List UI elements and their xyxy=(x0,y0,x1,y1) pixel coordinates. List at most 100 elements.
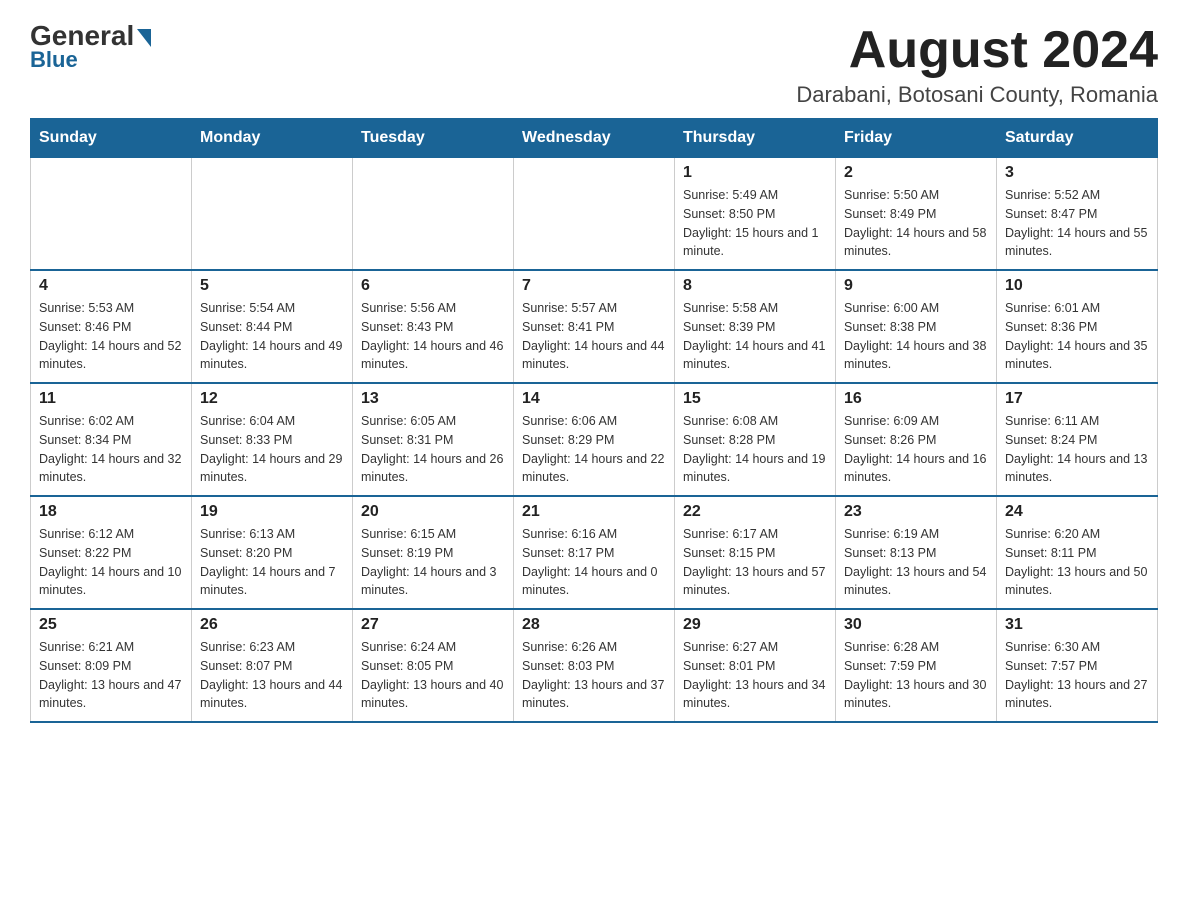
day-info: Sunrise: 6:20 AMSunset: 8:11 PMDaylight:… xyxy=(1005,525,1149,600)
day-number: 21 xyxy=(522,503,666,521)
calendar-header-sunday: Sunday xyxy=(31,119,192,158)
day-number: 12 xyxy=(200,390,344,408)
day-number: 30 xyxy=(844,616,988,634)
day-info: Sunrise: 6:09 AMSunset: 8:26 PMDaylight:… xyxy=(844,412,988,487)
day-info: Sunrise: 5:49 AMSunset: 8:50 PMDaylight:… xyxy=(683,186,827,261)
calendar-cell xyxy=(514,158,675,271)
day-number: 1 xyxy=(683,164,827,182)
day-number: 25 xyxy=(39,616,183,634)
day-number: 9 xyxy=(844,277,988,295)
day-info: Sunrise: 6:06 AMSunset: 8:29 PMDaylight:… xyxy=(522,412,666,487)
month-title: August 2024 xyxy=(796,20,1158,80)
calendar-header-monday: Monday xyxy=(192,119,353,158)
calendar-cell: 13 Sunrise: 6:05 AMSunset: 8:31 PMDayligh… xyxy=(353,383,514,496)
day-number: 8 xyxy=(683,277,827,295)
day-number: 19 xyxy=(200,503,344,521)
calendar-cell: 6 Sunrise: 5:56 AMSunset: 8:43 PMDaylight… xyxy=(353,270,514,383)
day-number: 13 xyxy=(361,390,505,408)
day-info: Sunrise: 5:52 AMSunset: 8:47 PMDaylight:… xyxy=(1005,186,1149,261)
day-info: Sunrise: 6:05 AMSunset: 8:31 PMDaylight:… xyxy=(361,412,505,487)
calendar-cell: 26 Sunrise: 6:23 AMSunset: 8:07 PMDayligh… xyxy=(192,609,353,722)
day-info: Sunrise: 6:24 AMSunset: 8:05 PMDaylight:… xyxy=(361,638,505,713)
calendar-cell: 5 Sunrise: 5:54 AMSunset: 8:44 PMDaylight… xyxy=(192,270,353,383)
calendar-cell: 19 Sunrise: 6:13 AMSunset: 8:20 PMDayligh… xyxy=(192,496,353,609)
calendar-cell: 7 Sunrise: 5:57 AMSunset: 8:41 PMDaylight… xyxy=(514,270,675,383)
day-info: Sunrise: 6:08 AMSunset: 8:28 PMDaylight:… xyxy=(683,412,827,487)
calendar-cell: 24Sunrise: 6:20 AMSunset: 8:11 PMDayligh… xyxy=(997,496,1158,609)
day-number: 6 xyxy=(361,277,505,295)
logo-arrow-icon xyxy=(137,29,151,47)
calendar-cell: 8 Sunrise: 5:58 AMSunset: 8:39 PMDaylight… xyxy=(675,270,836,383)
calendar-cell xyxy=(192,158,353,271)
calendar-cell: 1 Sunrise: 5:49 AMSunset: 8:50 PMDaylight… xyxy=(675,158,836,271)
title-section: August 2024 Darabani, Botosani County, R… xyxy=(796,20,1158,108)
day-info: Sunrise: 6:17 AMSunset: 8:15 PMDaylight:… xyxy=(683,525,827,600)
day-info: Sunrise: 6:13 AMSunset: 8:20 PMDaylight:… xyxy=(200,525,344,600)
calendar-week-row-3: 11 Sunrise: 6:02 AMSunset: 8:34 PMDayligh… xyxy=(31,383,1158,496)
day-number: 11 xyxy=(39,390,183,408)
day-number: 23 xyxy=(844,503,988,521)
day-number: 31 xyxy=(1005,616,1149,634)
day-number: 7 xyxy=(522,277,666,295)
day-info: Sunrise: 5:50 AMSunset: 8:49 PMDaylight:… xyxy=(844,186,988,261)
day-info: Sunrise: 6:21 AMSunset: 8:09 PMDaylight:… xyxy=(39,638,183,713)
day-number: 10 xyxy=(1005,277,1149,295)
calendar-cell xyxy=(353,158,514,271)
calendar-cell: 2 Sunrise: 5:50 AMSunset: 8:49 PMDaylight… xyxy=(836,158,997,271)
calendar-cell: 30 Sunrise: 6:28 AMSunset: 7:59 PMDayligh… xyxy=(836,609,997,722)
calendar-week-row-1: 1 Sunrise: 5:49 AMSunset: 8:50 PMDaylight… xyxy=(31,158,1158,271)
day-number: 2 xyxy=(844,164,988,182)
logo-blue-text: Blue xyxy=(30,47,78,73)
page-header: General Blue August 2024 Darabani, Botos… xyxy=(30,20,1158,108)
calendar-table: SundayMondayTuesdayWednesdayThursdayFrid… xyxy=(30,118,1158,723)
day-info: Sunrise: 5:57 AMSunset: 8:41 PMDaylight:… xyxy=(522,299,666,374)
calendar-header-thursday: Thursday xyxy=(675,119,836,158)
day-info: Sunrise: 6:16 AMSunset: 8:17 PMDaylight:… xyxy=(522,525,666,600)
calendar-cell: 11 Sunrise: 6:02 AMSunset: 8:34 PMDayligh… xyxy=(31,383,192,496)
calendar-cell: 15 Sunrise: 6:08 AMSunset: 8:28 PMDayligh… xyxy=(675,383,836,496)
calendar-cell: 10 Sunrise: 6:01 AMSunset: 8:36 PMDayligh… xyxy=(997,270,1158,383)
day-info: Sunrise: 6:19 AMSunset: 8:13 PMDaylight:… xyxy=(844,525,988,600)
day-number: 18 xyxy=(39,503,183,521)
day-number: 29 xyxy=(683,616,827,634)
day-number: 15 xyxy=(683,390,827,408)
day-number: 16 xyxy=(844,390,988,408)
calendar-header-wednesday: Wednesday xyxy=(514,119,675,158)
day-info: Sunrise: 6:15 AMSunset: 8:19 PMDaylight:… xyxy=(361,525,505,600)
calendar-cell: 16 Sunrise: 6:09 AMSunset: 8:26 PMDayligh… xyxy=(836,383,997,496)
calendar-week-row-5: 25 Sunrise: 6:21 AMSunset: 8:09 PMDayligh… xyxy=(31,609,1158,722)
day-number: 20 xyxy=(361,503,505,521)
day-number: 4 xyxy=(39,277,183,295)
calendar-cell: 21 Sunrise: 6:16 AMSunset: 8:17 PMDayligh… xyxy=(514,496,675,609)
calendar-cell: 27 Sunrise: 6:24 AMSunset: 8:05 PMDayligh… xyxy=(353,609,514,722)
calendar-cell: 14 Sunrise: 6:06 AMSunset: 8:29 PMDayligh… xyxy=(514,383,675,496)
day-number: 26 xyxy=(200,616,344,634)
calendar-cell: 28Sunrise: 6:26 AMSunset: 8:03 PMDayligh… xyxy=(514,609,675,722)
logo: General Blue xyxy=(30,20,151,73)
day-info: Sunrise: 6:02 AMSunset: 8:34 PMDaylight:… xyxy=(39,412,183,487)
day-number: 17 xyxy=(1005,390,1149,408)
calendar-cell: 12Sunrise: 6:04 AMSunset: 8:33 PMDayligh… xyxy=(192,383,353,496)
day-info: Sunrise: 6:01 AMSunset: 8:36 PMDaylight:… xyxy=(1005,299,1149,374)
day-number: 5 xyxy=(200,277,344,295)
day-info: Sunrise: 5:56 AMSunset: 8:43 PMDaylight:… xyxy=(361,299,505,374)
calendar-cell: 29 Sunrise: 6:27 AMSunset: 8:01 PMDayligh… xyxy=(675,609,836,722)
calendar-cell: 25 Sunrise: 6:21 AMSunset: 8:09 PMDayligh… xyxy=(31,609,192,722)
day-info: Sunrise: 6:11 AMSunset: 8:24 PMDaylight:… xyxy=(1005,412,1149,487)
day-info: Sunrise: 6:27 AMSunset: 8:01 PMDaylight:… xyxy=(683,638,827,713)
calendar-cell: 23 Sunrise: 6:19 AMSunset: 8:13 PMDayligh… xyxy=(836,496,997,609)
calendar-cell xyxy=(31,158,192,271)
calendar-cell: 9Sunrise: 6:00 AMSunset: 8:38 PMDaylight… xyxy=(836,270,997,383)
calendar-header-row: SundayMondayTuesdayWednesdayThursdayFrid… xyxy=(31,119,1158,158)
day-info: Sunrise: 6:28 AMSunset: 7:59 PMDaylight:… xyxy=(844,638,988,713)
day-info: Sunrise: 6:23 AMSunset: 8:07 PMDaylight:… xyxy=(200,638,344,713)
calendar-cell: 20 Sunrise: 6:15 AMSunset: 8:19 PMDayligh… xyxy=(353,496,514,609)
day-info: Sunrise: 5:53 AMSunset: 8:46 PMDaylight:… xyxy=(39,299,183,374)
day-info: Sunrise: 5:54 AMSunset: 8:44 PMDaylight:… xyxy=(200,299,344,374)
day-info: Sunrise: 6:30 AMSunset: 7:57 PMDaylight:… xyxy=(1005,638,1149,713)
day-number: 27 xyxy=(361,616,505,634)
calendar-header-saturday: Saturday xyxy=(997,119,1158,158)
calendar-header-tuesday: Tuesday xyxy=(353,119,514,158)
day-number: 14 xyxy=(522,390,666,408)
day-info: Sunrise: 5:58 AMSunset: 8:39 PMDaylight:… xyxy=(683,299,827,374)
